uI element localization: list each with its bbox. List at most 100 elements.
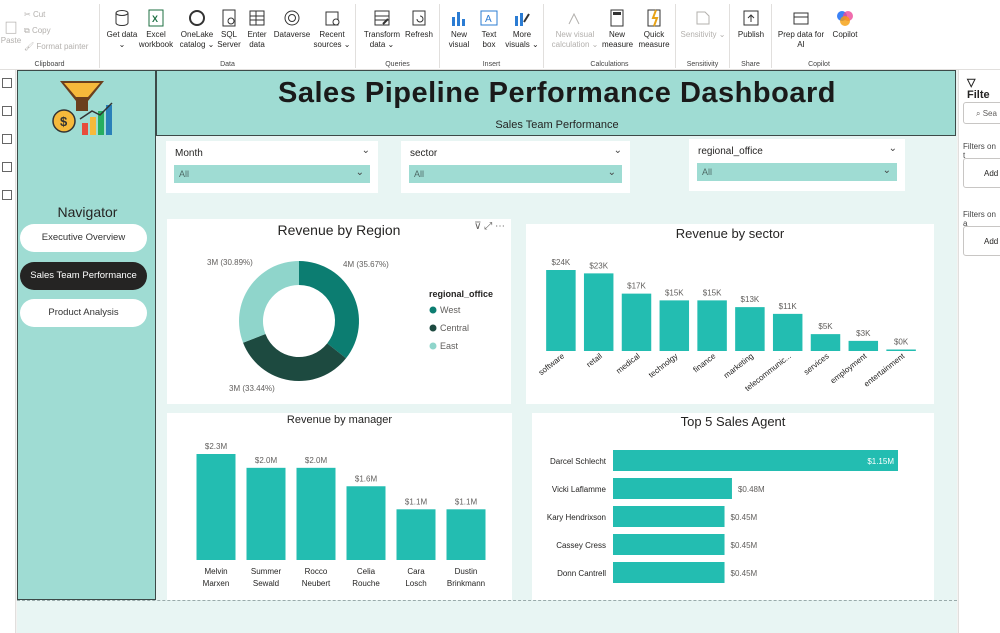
new-visual-calc-button[interactable]: New visual calculation ⌄ [548, 8, 602, 50]
filters-search-input[interactable]: ⌕ Sea [963, 102, 1000, 124]
top-5-sales-agent-visual[interactable]: Top 5 Sales Agent Darcel Schlecht $1.15M V… [532, 413, 934, 600]
text-box-button[interactable]: A Text box [476, 8, 502, 50]
new-visual-calc-label: New visual calculation ⌄ [551, 30, 599, 49]
data-label: $15K [703, 288, 722, 297]
category-label: Melvin [204, 567, 227, 576]
enter-data-button[interactable]: Enter data [244, 8, 270, 50]
nav-sales-team-performance[interactable]: Sales Team Performance [20, 262, 147, 290]
calculations-group: New visual calculation ⌄ New measure Qui… [544, 4, 676, 68]
copilot-button[interactable]: Copilot [828, 8, 862, 40]
new-visual-label: New visual [448, 30, 470, 49]
sector-dropdown[interactable]: All ⌄ [409, 165, 622, 183]
quick-measure-button[interactable]: Quick measure [636, 8, 672, 50]
nav-executive-overview[interactable]: Executive Overview [20, 224, 147, 252]
category-label: entertainment [862, 351, 907, 389]
tmdl-view-icon[interactable] [2, 190, 12, 200]
queries-group: Transform data ⌄ Refresh Queries [356, 4, 440, 68]
month-value: All [179, 169, 190, 179]
more-options-icon[interactable]: ⋯ [495, 221, 505, 232]
onelake-label: OneLake catalog ⌄ [179, 30, 215, 49]
visual-header-icons[interactable]: ⊽ ⤢ ⋯ [474, 221, 505, 232]
prep-data-ai-button[interactable]: Prep data for AI [776, 8, 826, 50]
category-label: retail [585, 351, 604, 369]
category-label: Sewald [253, 579, 279, 588]
legend-label: Central [440, 323, 469, 333]
bar [613, 478, 732, 499]
queries-group-label: Queries [385, 61, 410, 68]
data-label: $23K [589, 261, 608, 270]
revenue-by-manager-visual[interactable]: Revenue by manager $2.3M Melvin Marxen $2.0… [167, 413, 512, 600]
category-label: Celia [357, 567, 376, 576]
report-view-icon[interactable] [2, 78, 12, 88]
onelake-button[interactable]: OneLake catalog ⌄ [176, 8, 218, 50]
filters-title: ▽ Filte [967, 76, 1000, 101]
copy-button[interactable]: ⧉ Copy [24, 26, 51, 36]
get-data-button[interactable]: Get data ⌄ [104, 8, 140, 50]
chevron-down-icon: ⌄ [355, 167, 364, 178]
new-measure-button[interactable]: New measure [602, 8, 633, 50]
recent-sources-button[interactable]: Recent sources ⌄ [312, 8, 352, 50]
nav-product-analysis[interactable]: Product Analysis [20, 299, 147, 327]
cut-button[interactable]: ✂ Cut [24, 10, 45, 19]
filters-title-text: Filte [967, 89, 990, 101]
table-icon [249, 10, 265, 26]
sensitivity-button[interactable]: Sensitivity ⌄ [680, 8, 726, 40]
prep-data-label: Prep data for AI [777, 30, 825, 49]
data-label: $0.45M [731, 541, 758, 550]
bar [697, 300, 727, 351]
excel-icon: X [148, 9, 164, 27]
model-view-icon[interactable] [2, 134, 12, 144]
chevron-down-icon[interactable]: ⌄ [889, 143, 897, 154]
refresh-button[interactable]: Refresh [402, 8, 436, 40]
report-canvas: $ Navigator Executive Overview Sales Tea… [17, 70, 957, 633]
data-label: $15K [665, 288, 684, 297]
filter-icon[interactable]: ⊽ [474, 221, 481, 232]
data-label: $11K [779, 302, 798, 311]
chevron-down-icon[interactable]: ⌄ [362, 145, 370, 156]
transform-data-button[interactable]: Transform data ⌄ [362, 8, 402, 50]
regional-office-value: All [702, 167, 713, 177]
excel-workbook-button[interactable]: X Excel workbook [136, 8, 176, 50]
sql-server-button[interactable]: SQL Server [216, 8, 242, 50]
share-group: Publish Share [730, 4, 772, 68]
revenue-by-region-visual[interactable]: Revenue by Region ⊽ ⤢ ⋯ 4M (35.67%) 3M (3… [167, 219, 511, 404]
sector-bar-chart: $24K software $23K retail $17K medical $15K tec… [537, 258, 916, 393]
category-label: Dustin [455, 567, 478, 576]
text-box-icon: A [480, 10, 498, 26]
sensitivity-label: Sensitivity ⌄ [680, 30, 726, 39]
new-visual-button[interactable]: New visual [444, 8, 474, 50]
month-dropdown[interactable]: All ⌄ [174, 165, 370, 183]
data-label: $24K [552, 258, 571, 267]
revenue-by-sector-visual[interactable]: Revenue by sector $24K software $23K retail… [526, 224, 934, 404]
bar [772, 313, 803, 351]
dax-view-icon[interactable] [2, 162, 12, 172]
filter-icon: ▽ [967, 77, 976, 89]
data-label: $0K [894, 338, 909, 347]
publish-button[interactable]: Publish [734, 8, 768, 40]
format-painter-button[interactable]: 🖌 Format painter [24, 42, 88, 51]
legend-marker [429, 306, 437, 314]
publish-icon [743, 10, 759, 26]
bar [296, 467, 336, 560]
transform-label: Transform data ⌄ [363, 30, 401, 49]
more-visuals-button[interactable]: More visuals ⌄ [504, 8, 540, 50]
insert-group-label: Insert [482, 61, 501, 68]
svg-text:X: X [152, 14, 158, 24]
dataverse-button[interactable]: Dataverse [272, 8, 312, 40]
regional-office-dropdown[interactable]: All ⌄ [697, 163, 897, 181]
add-filter-all-button[interactable]: Add [963, 226, 1000, 256]
regional-office-slicer-label: regional_office [698, 146, 763, 157]
add-filter-page-button[interactable]: Add [963, 158, 1000, 188]
chevron-down-icon[interactable]: ⌄ [614, 145, 622, 156]
paste-button[interactable]: Paste [0, 20, 22, 46]
legend-label: West [440, 305, 461, 315]
bar [613, 534, 725, 555]
focus-mode-icon[interactable]: ⤢ [484, 221, 492, 232]
calculator-icon [610, 9, 624, 27]
bar [886, 349, 916, 351]
data-label: $13K [741, 295, 760, 304]
sector-value: All [414, 169, 425, 179]
table-view-icon[interactable] [2, 106, 12, 116]
refresh-icon [412, 10, 426, 26]
category-label: Donn Cantrell [557, 569, 606, 578]
